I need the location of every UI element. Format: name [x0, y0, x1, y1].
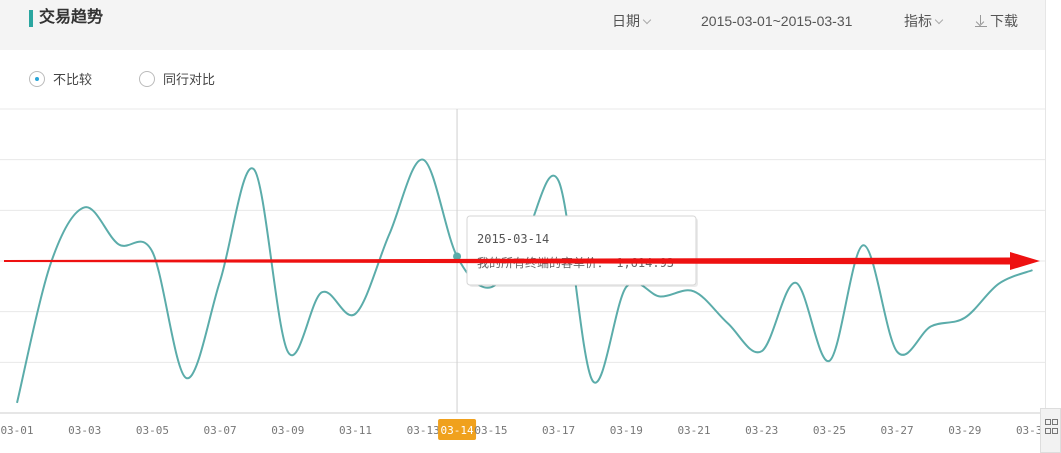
- x-tick-label: 03-29: [948, 424, 981, 437]
- tooltip-box: [466, 215, 697, 286]
- annotation-arrow-head: [1010, 252, 1040, 270]
- x-tick-label: 03-19: [610, 424, 643, 437]
- x-tick-label: 03-09: [271, 424, 304, 437]
- qr-code-icon[interactable]: [1040, 408, 1061, 453]
- x-tick-label: 03-21: [677, 424, 710, 437]
- x-tick-label: 03-07: [204, 424, 237, 437]
- tooltip-date: 2015-03-14: [477, 232, 549, 246]
- x-tick-label: 03-03: [68, 424, 101, 437]
- x-tick-label: 03-14: [440, 424, 473, 437]
- x-tick-label: 03-15: [474, 424, 507, 437]
- x-tick-label: 03-13: [407, 424, 440, 437]
- x-tick-label: 03-01: [0, 424, 33, 437]
- x-tick-label: 03-11: [339, 424, 372, 437]
- x-tick-label: 03-23: [745, 424, 778, 437]
- panel-right-border: [1045, 0, 1046, 453]
- x-tick-label: 03-27: [881, 424, 914, 437]
- x-tick-label: 03-05: [136, 424, 169, 437]
- x-tick-label: 03-25: [813, 424, 846, 437]
- trend-chart[interactable]: 03-01 03-03 03-05 03-07 03-09 03-11 03-13 03-14…: [0, 0, 1045, 453]
- x-tick-label: 03-17: [542, 424, 575, 437]
